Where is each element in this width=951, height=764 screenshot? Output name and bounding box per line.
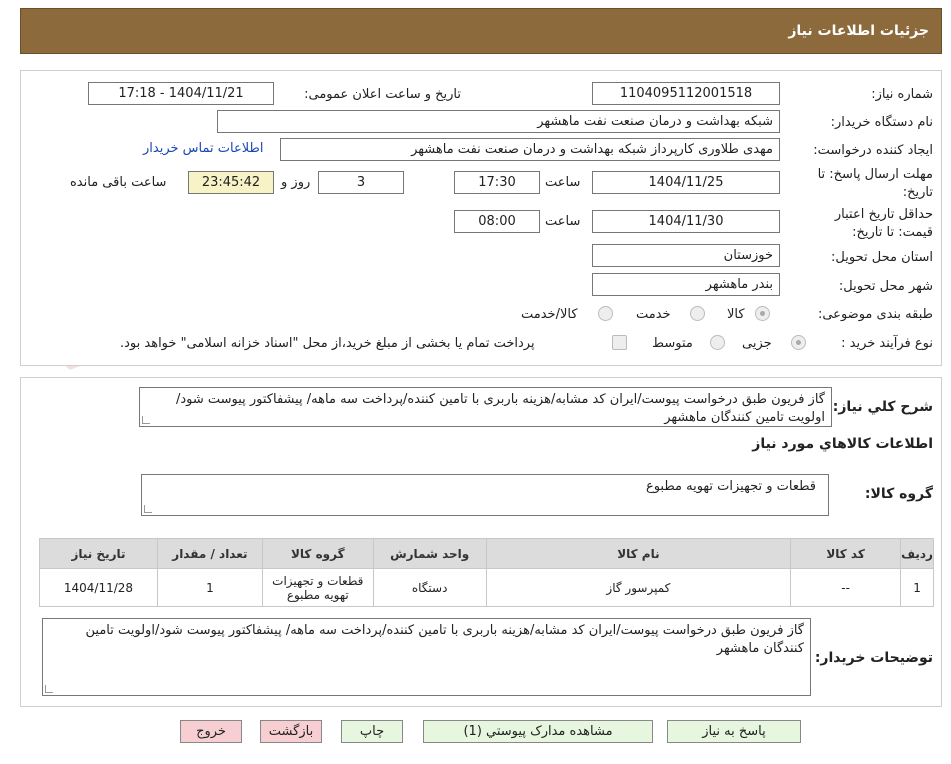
- summary-label: شرح کلي نياز:: [832, 399, 933, 415]
- view-attachments-button[interactable]: مشاهده مدارک پیوستي (1): [423, 720, 653, 743]
- deadline-label-line2: تاریخ:: [902, 185, 933, 200]
- buyer-notes-label: توضیحات خریدار:: [814, 650, 933, 666]
- col-quantity: تعداد / مقدار: [156, 538, 263, 569]
- process-label: نوع فرآیند خرید :: [841, 336, 933, 351]
- process-radio-medium[interactable]: [710, 335, 725, 350]
- province-label: استان محل تحویل:: [831, 250, 933, 265]
- announce-field: 1404/11/21 - 17:18: [88, 82, 274, 105]
- payment-note: پرداخت تمام یا بخشی از مبلغ خرید،از محل …: [120, 336, 535, 351]
- cell-item-name: کمپرسور گاز: [485, 568, 792, 607]
- validity-date-field: 1404/11/30: [592, 210, 780, 233]
- summary-textarea: گاز فریون طبق درخواست پیوست/ایران کد مشا…: [139, 387, 832, 427]
- process-option-minor: جزیی: [742, 336, 772, 351]
- need-number-label: شماره نیاز:: [871, 87, 933, 102]
- province-field: خوزستان: [592, 244, 780, 267]
- validity-time-label: ساعت: [545, 214, 581, 229]
- need-number-field: 1104095112001518: [592, 82, 780, 105]
- validity-label-line1: حداقل تاریخ اعتبار: [834, 207, 933, 222]
- category-radio-goods-service[interactable]: [598, 306, 613, 321]
- table-row: 1 -- کمپرسور گاز دستگاه قطعات و تجهیزات …: [39, 568, 934, 607]
- col-item-group: گروه کالا: [261, 538, 374, 569]
- days-label: روز و: [281, 175, 311, 190]
- buyer-notes-text: گاز فریون طبق درخواست پیوست/ایران کد مشا…: [85, 623, 805, 656]
- days-field: 3: [318, 171, 404, 194]
- category-option-goods-service: کالا/خدمت: [521, 307, 578, 322]
- goods-section-title: اطلاعات کالاهاي مورد نياز: [752, 436, 933, 452]
- goods-group-text: قطعات و تجهیزات تهویه مطبوع: [645, 479, 816, 494]
- col-item-code: کد کالا: [790, 538, 902, 569]
- exit-button[interactable]: خروج: [180, 720, 242, 743]
- back-button[interactable]: بازگشت: [260, 720, 322, 743]
- page-title: جزئیات اطلاعات نیاز: [788, 23, 929, 39]
- cell-unit: دستگاه: [372, 568, 487, 607]
- buyer-field: شبکه بهداشت و درمان صنعت نفت ماهشهر: [217, 110, 780, 133]
- category-option-service: خدمت: [636, 307, 671, 322]
- deadline-date-field: 1404/11/25: [592, 171, 780, 194]
- resize-handle[interactable]: [142, 416, 150, 424]
- reply-button[interactable]: پاسخ به نیاز: [667, 720, 801, 743]
- resize-handle[interactable]: [45, 685, 53, 693]
- table-header-row: رديف کد کالا نام کالا واحد شمارش گروه کا…: [39, 538, 934, 569]
- cell-row-number: 1: [900, 568, 934, 607]
- deadline-label-line1: مهلت ارسال پاسخ: تا: [817, 167, 933, 182]
- col-need-date: تاريخ نياز: [39, 538, 158, 569]
- cell-item-group: قطعات و تجهیزات تهویه مطبوع: [261, 568, 374, 607]
- city-label: شهر محل تحویل:: [838, 279, 933, 294]
- col-row-number: رديف: [900, 538, 934, 569]
- validity-label-line2: قیمت: تا تاریخ:: [852, 225, 933, 240]
- buyer-notes-textarea: گاز فریون طبق درخواست پیوست/ایران کد مشا…: [42, 618, 811, 696]
- goods-group-label: گروه کالا:: [864, 486, 933, 502]
- goods-table: رديف کد کالا نام کالا واحد شمارش گروه کا…: [39, 538, 934, 607]
- cell-need-date: 1404/11/28: [39, 568, 158, 607]
- deadline-time-label: ساعت: [545, 175, 581, 190]
- cell-quantity: 1: [156, 568, 263, 607]
- summary-text: گاز فریون طبق درخواست پیوست/ایران کد مشا…: [175, 392, 825, 425]
- cell-item-code: --: [790, 568, 902, 607]
- print-button[interactable]: چاپ: [341, 720, 403, 743]
- payment-checkbox[interactable]: [612, 335, 627, 350]
- city-field: بندر ماهشهر: [592, 273, 780, 296]
- category-radio-service[interactable]: [690, 306, 705, 321]
- remaining-label: ساعت باقی مانده: [70, 175, 167, 190]
- creator-field: مهدی طلاوری کارپرداز شبکه بهداشت و درمان…: [280, 138, 780, 161]
- goods-group-textarea: قطعات و تجهیزات تهویه مطبوع: [141, 474, 829, 516]
- resize-handle[interactable]: [144, 505, 152, 513]
- buyer-contact-link[interactable]: اطلاعات تماس خریدار: [143, 141, 263, 156]
- announce-label: تاریخ و ساعت اعلان عمومی:: [304, 87, 461, 102]
- col-item-name: نام کالا: [485, 538, 792, 569]
- validity-time-field: 08:00: [454, 210, 540, 233]
- buyer-label: نام دستگاه خریدار:: [830, 115, 933, 130]
- col-unit: واحد شمارش: [372, 538, 487, 569]
- page-header: جزئیات اطلاعات نیاز: [20, 8, 942, 54]
- category-radio-goods[interactable]: [755, 306, 770, 321]
- category-label: طبقه بندی موضوعی:: [817, 307, 933, 322]
- process-option-medium: متوسط: [652, 336, 693, 351]
- remaining-time-field: 23:45:42: [188, 171, 274, 194]
- deadline-time-field: 17:30: [454, 171, 540, 194]
- category-option-goods: کالا: [727, 307, 745, 322]
- creator-label: ایجاد کننده درخواست:: [813, 143, 933, 158]
- process-radio-minor[interactable]: [791, 335, 806, 350]
